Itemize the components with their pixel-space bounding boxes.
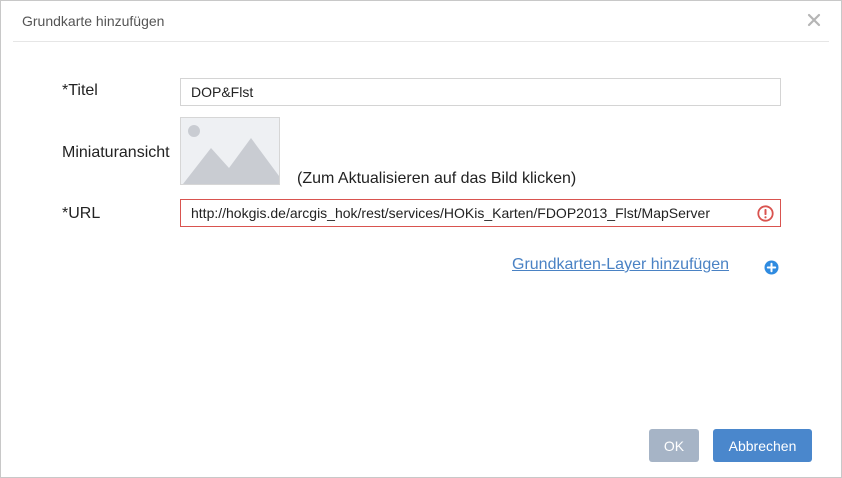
error-icon [757, 205, 774, 222]
ok-button[interactable]: OK [649, 429, 699, 462]
header-divider [13, 41, 829, 42]
plus-circle-icon[interactable] [764, 260, 779, 275]
add-basemap-dialog: Grundkarte hinzufügen *Titel Miniaturans… [0, 0, 842, 478]
image-placeholder-icon [181, 118, 279, 184]
title-input[interactable] [180, 78, 781, 106]
dialog-header: Grundkarte hinzufügen [1, 1, 841, 42]
thumbnail-hint: (Zum Aktualisieren auf das Bild klicken) [297, 170, 577, 187]
thumbnail-image[interactable] [180, 117, 280, 185]
thumbnail-label: Miniaturansicht [62, 144, 170, 161]
add-basemap-layer-link[interactable]: Grundkarten-Layer hinzufügen [512, 256, 729, 274]
title-label: *Titel [62, 82, 98, 99]
dialog-title: Grundkarte hinzufügen [22, 13, 165, 29]
close-icon[interactable] [805, 11, 823, 29]
url-input[interactable] [180, 199, 781, 227]
cancel-button[interactable]: Abbrechen [713, 429, 812, 462]
url-label: *URL [62, 205, 101, 222]
